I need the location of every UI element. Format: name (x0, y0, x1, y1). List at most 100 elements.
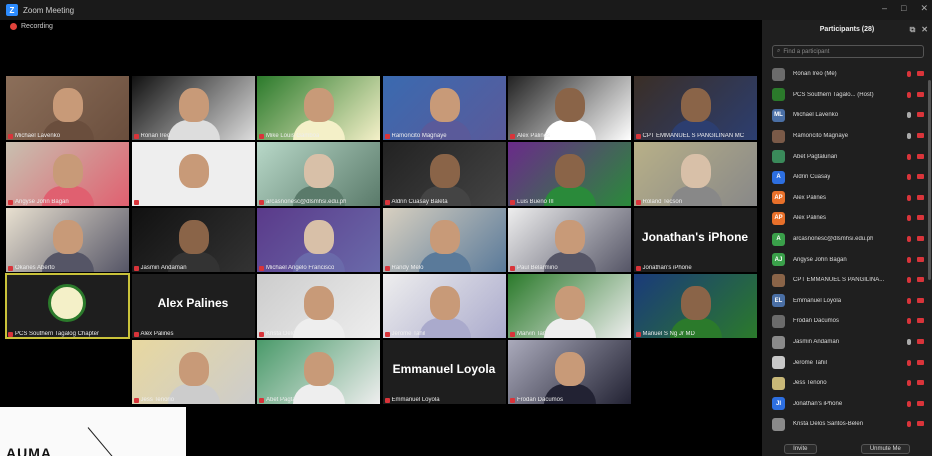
video-tile[interactable]: Krista Delos Santos-Belen (257, 274, 380, 338)
microphone-icon[interactable] (907, 71, 911, 78)
video-tile[interactable]: Alex Palines (508, 76, 631, 140)
close-panel-icon[interactable]: ✕ (921, 25, 928, 35)
video-camera-icon[interactable] (917, 277, 924, 283)
participant-row[interactable]: AP Alex Palines (762, 208, 932, 229)
maximize-button[interactable]: □ (901, 3, 906, 14)
video-tile[interactable]: Manuel S Ng Jr MD (633, 274, 757, 338)
participant-name: PCS Southern Tagalo... (Host) (793, 91, 874, 98)
microphone-icon[interactable] (907, 359, 911, 366)
microphone-icon[interactable] (907, 277, 911, 284)
microphone-icon[interactable] (907, 421, 911, 428)
participant-row[interactable]: Jasmin Andaman (762, 332, 932, 353)
video-tile[interactable]: Angyse John Bagan (6, 142, 129, 206)
tile-name-label: Angyse John Bagan (8, 199, 69, 205)
video-tile[interactable]: Luis Bueno III (508, 142, 631, 206)
participant-row[interactable]: Krista Delos Santos-Belen (762, 414, 932, 435)
microphone-icon[interactable] (907, 339, 911, 346)
participant-row[interactable]: PCS Southern Tagalo... (Host) (762, 85, 932, 106)
video-camera-icon[interactable] (917, 133, 924, 139)
participant-row[interactable]: AP Alex Palines (762, 188, 932, 209)
video-camera-icon[interactable] (917, 71, 924, 77)
video-tile[interactable]: Roland Tecson (633, 142, 757, 206)
video-camera-icon[interactable] (917, 112, 924, 118)
close-button[interactable]: ✕ (920, 3, 928, 14)
video-tile[interactable]: Jess Tenorio (131, 340, 255, 404)
video-camera-icon[interactable] (917, 215, 924, 221)
microphone-icon[interactable] (907, 318, 911, 325)
tile-name-label: Alex Palines (133, 331, 174, 337)
microphone-icon[interactable] (907, 194, 911, 201)
video-tile[interactable]: Ramoncito Magnaye (382, 76, 506, 140)
video-camera-icon[interactable] (917, 400, 924, 406)
microphone-icon[interactable] (907, 174, 911, 181)
participant-body (418, 318, 471, 338)
video-camera-icon[interactable] (917, 339, 924, 345)
microphone-icon[interactable] (907, 400, 911, 407)
video-camera-icon[interactable] (917, 256, 924, 262)
microphone-icon[interactable] (907, 133, 911, 140)
search-placeholder: Find a participant (783, 48, 830, 55)
video-tile[interactable]: CPT EMMANUEL S PANGILINAN MC (633, 76, 757, 140)
video-camera-icon[interactable] (917, 359, 924, 365)
participant-row[interactable]: Aarcasnonesc@dlsmhsi.edu.ph (762, 229, 932, 250)
microphone-icon[interactable] (907, 215, 911, 222)
microphone-icon[interactable] (907, 91, 911, 98)
video-tile[interactable]: Frodan Dacumos (508, 340, 631, 404)
video-tile[interactable]: Paul Belarmino (508, 208, 631, 272)
video-camera-icon[interactable] (917, 318, 924, 324)
video-tile[interactable]: Emmanuel Loyola Emmanuel Loyola (382, 340, 506, 404)
unmute-me-button[interactable]: Unmute Me (860, 444, 910, 454)
participant-row[interactable]: Frodan Dacumos (762, 311, 932, 332)
recording-indicator[interactable]: Recording (10, 23, 53, 30)
microphone-icon[interactable] (907, 380, 911, 387)
video-camera-icon[interactable] (917, 174, 924, 180)
microphone-icon[interactable] (907, 236, 911, 243)
video-tile[interactable]: Randy Melo (382, 208, 506, 272)
minimize-button[interactable]: – (882, 3, 887, 14)
video-tile[interactable]: arcasnonesc@dlsmhsi.edu.ph (257, 142, 380, 206)
video-tile[interactable]: Michael Lavenko (6, 76, 129, 140)
microphone-icon[interactable] (907, 297, 911, 304)
participant-row[interactable]: Ramoncito Magnaye (762, 126, 932, 147)
microphone-icon[interactable] (907, 256, 911, 263)
participant-face (178, 88, 209, 122)
video-camera-icon[interactable] (917, 153, 924, 159)
participant-face (304, 352, 334, 386)
video-camera-icon[interactable] (917, 421, 924, 427)
participant-row[interactable]: Jess Tenorio (762, 373, 932, 394)
tile-name-label: PCS Southern Tagalog Chapter (8, 331, 99, 337)
popout-icon[interactable]: ⧉ (910, 25, 916, 35)
video-tile[interactable]: Marvin Tan (508, 274, 631, 338)
video-tile[interactable]: Jerome Tahil (382, 274, 506, 338)
video-tile[interactable]: Mike Louis Gamboa (257, 76, 380, 140)
participant-row[interactable]: Ronan Ireo (Me) (762, 64, 932, 85)
video-tile[interactable]: Jasmin Andaman (131, 208, 255, 272)
participant-row[interactable]: ML Michael Lavenko (762, 105, 932, 126)
search-input[interactable]: ⌕ Find a participant (772, 45, 924, 58)
video-tile[interactable]: PCS Southern Tagalog Chapter (5, 273, 130, 339)
microphone-icon[interactable] (907, 112, 911, 119)
microphone-icon[interactable] (907, 153, 911, 160)
video-camera-icon[interactable] (917, 236, 924, 242)
participant-row[interactable]: A Aldrin Cuasay (762, 167, 932, 188)
video-tile[interactable]: Ronan Ireo (131, 76, 255, 140)
participant-row[interactable]: JI Jonathan's iPhone (762, 394, 932, 415)
video-tile[interactable]: Michael Angelo Francisco (257, 208, 380, 272)
invite-button[interactable]: Invite (784, 444, 817, 454)
video-tile[interactable]: Okanes Aberto (6, 208, 129, 272)
participant-row[interactable]: CPT EMMANUEL S PANGILINA... (762, 270, 932, 291)
video-camera-icon[interactable] (917, 91, 924, 97)
scrollbar[interactable] (928, 80, 931, 280)
participant-row[interactable]: Jerome Tahil (762, 352, 932, 373)
participant-row[interactable]: EL Emmanuel Loyola (762, 291, 932, 312)
video-camera-icon[interactable] (917, 194, 924, 200)
video-tile[interactable]: Jonathan's iPhone Jonathan's iPhone (633, 208, 757, 272)
video-tile[interactable]: Aldrin Cuasay Baleta (382, 142, 506, 206)
participant-row[interactable]: AJ Angyse John Bagan (762, 249, 932, 270)
video-camera-icon[interactable] (917, 380, 924, 386)
video-tile[interactable]: Abet Pagtalunan (257, 340, 380, 404)
video-tile[interactable]: Wireless Atlanta (131, 142, 255, 206)
video-tile[interactable]: Alex Palines Alex Palines (131, 274, 255, 338)
participant-row[interactable]: Abet Pagtalunan (762, 146, 932, 167)
video-camera-icon[interactable] (917, 297, 924, 303)
